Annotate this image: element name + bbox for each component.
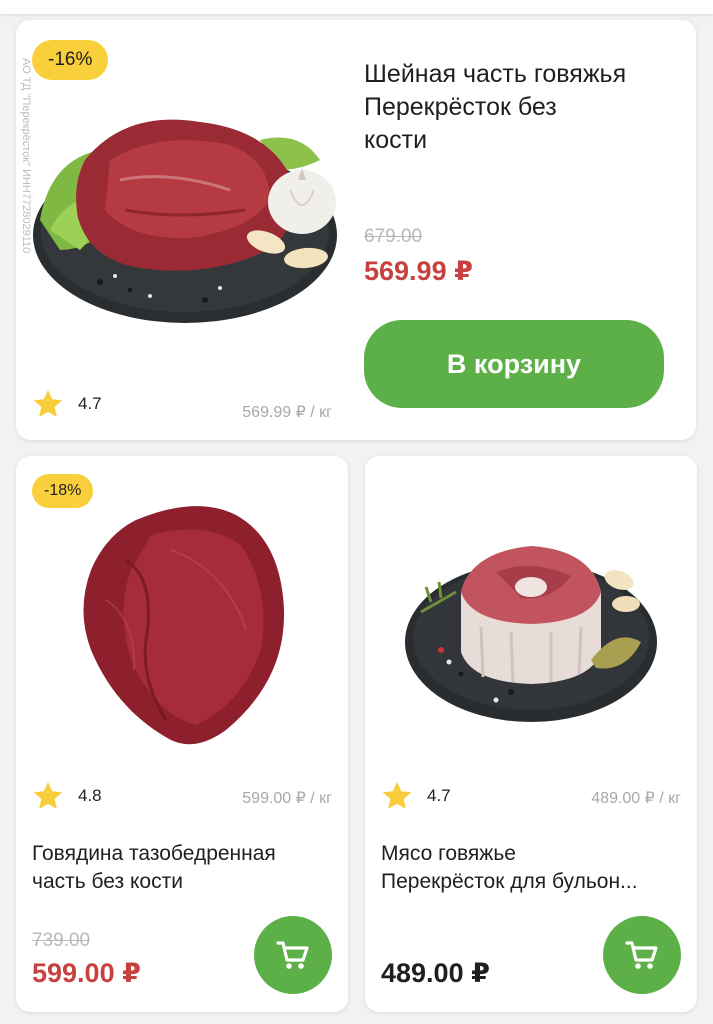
rating-value: 4.7 xyxy=(78,394,102,413)
rating: 4.7 xyxy=(381,780,451,812)
product-title[interactable]: Говядина тазобедренная часть без кости xyxy=(32,840,337,896)
product-card[interactable]: 4.7 489.00 ₽ / кг Мясо говяжье Перекрёст… xyxy=(365,456,697,1012)
star-icon xyxy=(382,782,412,809)
sale-price: 599.00 ₽ xyxy=(32,958,141,988)
rating-value: 4.8 xyxy=(78,786,102,805)
rating: 4.8 xyxy=(32,780,102,812)
star-icon xyxy=(33,782,63,809)
product-image xyxy=(405,546,657,722)
discount-badge: -18% xyxy=(32,474,94,508)
discount-badge: -16% xyxy=(32,40,109,80)
title-line: Шейная часть говяжья xyxy=(364,60,627,88)
cart-icon xyxy=(276,941,309,969)
title-line: Мясо говяжье xyxy=(381,842,516,865)
product-image xyxy=(83,506,285,745)
top-bar xyxy=(0,0,713,14)
product-title[interactable]: Мясо говяжье Перекрёсток для бульон... xyxy=(381,840,686,896)
rating-value: 4.7 xyxy=(427,786,451,805)
cart-icon xyxy=(625,941,658,969)
price: 489.00 ₽ xyxy=(381,958,490,988)
unit-price: 489.00 ₽ / кг xyxy=(591,790,681,807)
product-card[interactable]: -18% 4.8 599.00 ₽ / кг Говядина тазобедр… xyxy=(16,456,348,1012)
add-to-cart-button[interactable] xyxy=(254,916,332,994)
add-to-cart-button[interactable] xyxy=(603,916,681,994)
title-line: часть без кости xyxy=(32,870,183,893)
old-price: 739.00 xyxy=(32,930,91,951)
product-image xyxy=(33,119,337,323)
title-line: Перекрёсток для бульон... xyxy=(381,870,638,893)
product-card[interactable]: АО ТД "Перекрёсток" ИНН7728029110 -16% Ш… xyxy=(16,20,696,440)
title-line: Говядина тазобедренная xyxy=(32,842,276,865)
unit-price: 599.00 ₽ / кг xyxy=(242,790,332,807)
star-icon xyxy=(33,390,63,417)
unit-price: 569.99 ₽ / кг xyxy=(242,404,332,421)
title-line: кости xyxy=(364,126,428,154)
sale-price: 569.99 ₽ xyxy=(364,256,473,286)
old-price: 679.00 xyxy=(364,226,423,247)
rating: 4.7 xyxy=(32,388,102,420)
product-title[interactable]: Шейная часть говяжья Перекрёсток без кос… xyxy=(364,58,684,157)
title-line: Перекрёсток без xyxy=(364,93,557,121)
add-to-cart-button[interactable]: В корзину xyxy=(364,320,664,408)
